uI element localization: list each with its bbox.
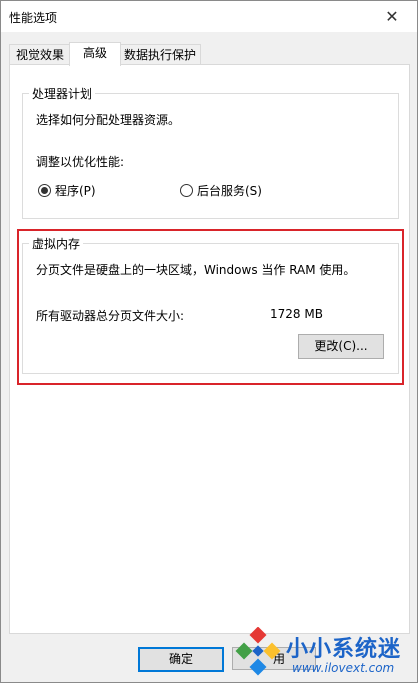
tab-data-execution-prevention[interactable]: 数据执行保护 — [119, 44, 201, 65]
radio-programs[interactable] — [38, 184, 51, 197]
ok-button[interactable]: 确定 — [138, 647, 224, 672]
tab-panel-advanced: 处理器计划 选择如何分配处理器资源。 调整以优化性能: 程序(P) 后台服务(S… — [9, 64, 410, 634]
watermark: 小小系统迷 www.ilovext.com — [232, 625, 418, 683]
change-button[interactable]: 更改(C)... — [298, 334, 384, 359]
radio-background-services-label[interactable]: 后台服务(S) — [197, 182, 262, 199]
performance-options-window: 性能选项 ✕ 视觉效果 高级 数据执行保护 处理器计划 选择如何分配处理器资源。… — [0, 0, 418, 683]
total-paging-size-value: 1728 MB — [270, 307, 323, 321]
title-bar: 性能选项 ✕ — [1, 1, 417, 32]
tab-visual-effects[interactable]: 视觉效果 — [9, 44, 71, 65]
total-paging-size-label: 所有驱动器总分页文件大小: — [36, 309, 185, 323]
virtual-memory-description: 分页文件是硬盘上的一块区域，Windows 当作 RAM 使用。 — [36, 263, 356, 277]
tab-advanced[interactable]: 高级 — [69, 42, 121, 66]
watermark-logo-icon — [235, 627, 281, 676]
virtual-memory-group: 虚拟内存 分页文件是硬盘上的一块区域，Windows 当作 RAM 使用。 所有… — [22, 235, 399, 374]
processor-scheduling-title: 处理器计划 — [29, 85, 96, 102]
watermark-brand: 小小系统迷 — [286, 637, 402, 662]
processor-description: 选择如何分配处理器资源。 — [36, 113, 181, 127]
processor-scheduling-group: 处理器计划 选择如何分配处理器资源。 调整以优化性能: 程序(P) 后台服务(S… — [22, 85, 399, 219]
window-title: 性能选项 — [9, 11, 58, 25]
close-icon[interactable]: ✕ — [369, 1, 415, 32]
watermark-url: www.ilovext.com — [292, 661, 395, 675]
virtual-memory-title: 虚拟内存 — [29, 235, 84, 252]
adjust-for-label: 调整以优化性能: — [36, 155, 125, 169]
radio-background-services[interactable] — [180, 184, 193, 197]
radio-programs-label[interactable]: 程序(P) — [55, 182, 96, 199]
